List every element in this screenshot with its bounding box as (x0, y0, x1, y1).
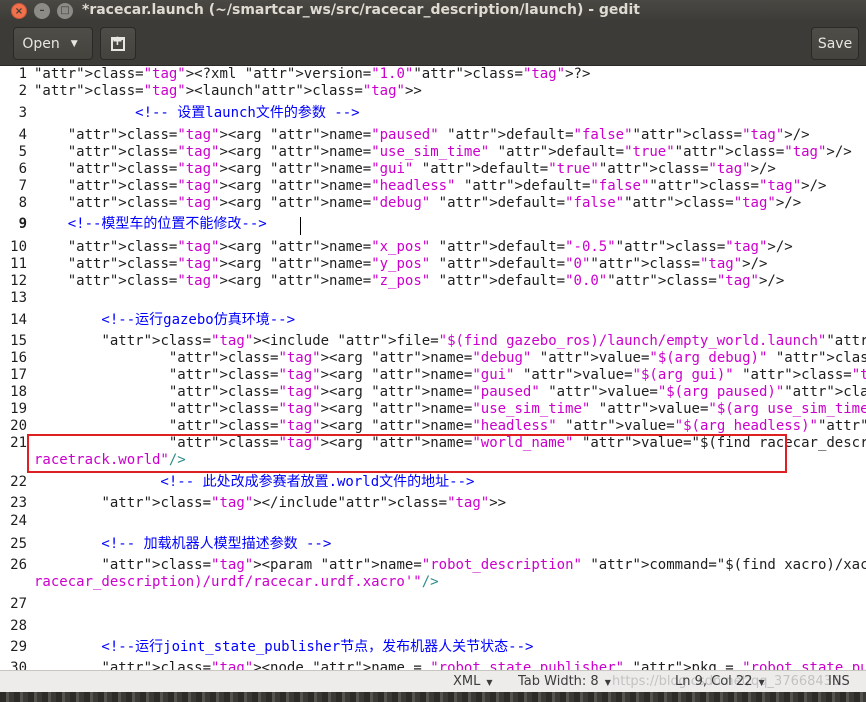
code-line[interactable]: <!--运行gazebo仿真环境--> (34, 312, 295, 329)
line-number: 30 (10, 660, 27, 670)
line-number: 16 (10, 350, 27, 366)
maximize-window-button[interactable]: □ (57, 3, 73, 19)
open-button[interactable]: Open ▼ (13, 27, 93, 60)
line-number: 21 (10, 435, 27, 451)
line-number: 14 (10, 312, 27, 328)
line-number: 7 (18, 178, 27, 194)
code-line[interactable]: "attr">class="tag"><?xml "attr">version=… (34, 66, 590, 83)
code-line[interactable]: "attr">class="tag"><arg "attr">name="deb… (34, 195, 801, 212)
line-number-gutter: 1 2 3 4 5 6 7 8 9 10 11 12 13 14 15 16 17 18 19 20 21 22 23 24 2… (0, 66, 30, 670)
code-line[interactable]: "attr">class="tag"><arg "attr">name="z_p… (34, 273, 785, 290)
language-selector[interactable]: XML ▼ (453, 674, 493, 689)
code-line[interactable]: <!-- 此处改成参赛者放置.world文件的地址--> (34, 474, 474, 491)
minimize-icon: – (39, 5, 45, 16)
line-number: 26 (10, 557, 27, 573)
code-line[interactable]: "attr">class="tag"></include"attr">class… (34, 495, 506, 512)
line-number: 17 (10, 367, 27, 383)
cursor-position-label: Ln 9, Col 22 (675, 674, 753, 689)
code-line[interactable]: "attr">class="tag"><include "attr">file=… (34, 333, 866, 350)
close-window-button[interactable]: × (11, 3, 27, 19)
line-number: 3 (18, 105, 27, 121)
tab-width-label: Tab Width: 8 (518, 674, 599, 689)
line-number: 20 (10, 418, 27, 434)
line-number: 9 (18, 216, 27, 232)
line-number: 8 (18, 195, 27, 211)
close-icon: × (14, 6, 24, 17)
text-cursor (300, 217, 301, 235)
code-line[interactable]: "attr">class="tag"><arg "attr">name="use… (34, 401, 866, 418)
cursor-position[interactable]: Ln 9, Col 22 ▼ (675, 674, 765, 689)
code-line[interactable]: "attr">class="tag"><arg "attr">name="gui… (34, 161, 776, 178)
insert-mode: INS (828, 674, 850, 689)
code-line[interactable]: "attr">class="tag"><launch"attr">class="… (34, 83, 422, 100)
code-line[interactable]: <!-- 设置launch文件的参数 --> (34, 105, 359, 122)
chevron-down-icon: ▼ (486, 678, 493, 687)
header-bar: Open ▼ Save (0, 22, 866, 66)
code-line[interactable]: "attr">class="tag"><arg "attr">name="use… (34, 144, 852, 161)
line-number: 28 (10, 618, 27, 634)
desktop-background-strip (0, 692, 866, 702)
line-number: 6 (18, 161, 27, 177)
line-number: 13 (10, 290, 27, 306)
chevron-down-icon: ▼ (604, 678, 611, 687)
chevron-down-icon: ▼ (758, 678, 765, 687)
new-tab-icon (111, 34, 125, 51)
line-number: 15 (10, 333, 27, 349)
code-line[interactable]: <!--运行joint_state_publisher节点，发布机器人关节状态-… (34, 639, 533, 656)
line-number: 23 (10, 495, 27, 511)
language-label: XML (453, 674, 481, 689)
line-number: 27 (10, 596, 27, 612)
line-number: 24 (10, 513, 27, 529)
code-line[interactable]: "attr">class="tag"><arg "attr">name="x_p… (34, 239, 793, 256)
line-number: 10 (10, 239, 27, 255)
code-line[interactable]: "attr">class="tag"><arg "attr">name="pau… (34, 127, 810, 144)
maximize-icon: □ (60, 5, 70, 16)
line-number: 18 (10, 384, 27, 400)
code-line[interactable]: "attr">class="tag"><arg "attr">name="deb… (34, 350, 866, 367)
open-label: Open (22, 35, 60, 52)
code-line[interactable]: "attr">class="tag"><param "attr">name="r… (34, 557, 866, 574)
code-line[interactable]: "attr">class="tag"><arg "attr">name="pau… (34, 384, 866, 401)
title-bar: × – □ *racecar.launch (~/smartcar_ws/src… (0, 0, 866, 22)
code-line[interactable]: <!--模型车的位置不能修改--> (34, 216, 267, 233)
line-number: 1 (18, 66, 27, 82)
chevron-down-icon: ▼ (70, 38, 78, 49)
line-number: 19 (10, 401, 27, 417)
code-line[interactable]: "attr">class="tag"><arg "attr">name="y_p… (34, 256, 768, 273)
highlight-annotation-box (27, 434, 787, 473)
line-number: 25 (10, 536, 27, 552)
code-line[interactable]: "attr">class="tag"><arg "attr">name="hea… (34, 178, 827, 195)
line-number: 2 (18, 83, 27, 99)
line-number: 11 (10, 256, 27, 272)
window-title: *racecar.launch (~/smartcar_ws/src/racec… (82, 2, 640, 18)
line-number: 4 (18, 127, 27, 143)
line-number: 5 (18, 144, 27, 160)
tab-width-selector[interactable]: Tab Width: 8 ▼ (518, 674, 611, 689)
minimize-window-button[interactable]: – (34, 3, 50, 19)
line-number: 22 (10, 474, 27, 490)
code-line[interactable]: <!-- 加载机器人模型描述参数 --> (34, 536, 331, 553)
line-number: 29 (10, 639, 27, 655)
code-line[interactable]: racecar_description)/urdf/racecar.urdf.x… (34, 574, 439, 591)
line-number: 12 (10, 273, 27, 289)
code-line[interactable]: "attr">class="tag"><arg "attr">name="hea… (34, 418, 866, 435)
code-line[interactable]: "attr">class="tag"><node "attr">name = "… (34, 660, 866, 670)
code-line[interactable]: "attr">class="tag"><arg "attr">name="gui… (34, 367, 866, 384)
text-editor[interactable]: 1 2 3 4 5 6 7 8 9 10 11 12 13 14 15 16 17 18 19 20 21 22 23 24 2… (0, 66, 866, 670)
new-document-button[interactable] (100, 27, 136, 60)
save-button[interactable]: Save (811, 27, 859, 60)
status-bar: https://blog.csdn.net/qq_37668436 XML ▼ T… (0, 670, 866, 692)
